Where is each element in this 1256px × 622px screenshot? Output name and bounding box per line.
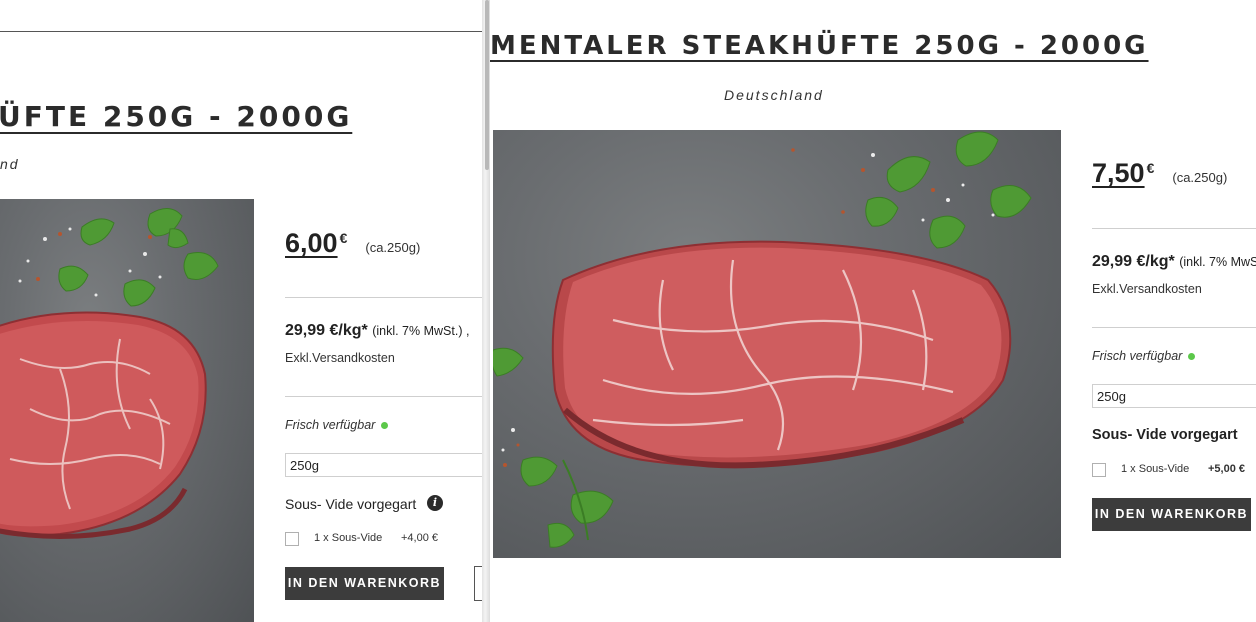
- availability: Frisch verfügbar: [1092, 349, 1196, 363]
- tax-note: (inkl. 7% MwS: [1179, 255, 1256, 269]
- option-price: +5,00 €: [1208, 463, 1246, 475]
- weight-note: (ca.250g): [365, 240, 421, 255]
- availability-text: Frisch verfügbar: [285, 418, 376, 432]
- shipping-note[interactable]: Exkl.Versandkosten: [285, 351, 395, 365]
- left-pane: ÜFTE 250G - 2000G nd 6,00 €(ca.250g) 29,…: [0, 0, 482, 622]
- availability-text: Frisch verfügbar: [1092, 349, 1183, 363]
- sous-vide-checkbox[interactable]: [1092, 463, 1106, 477]
- shipping-note[interactable]: Exkl.Versandkosten: [1092, 282, 1202, 296]
- sous-vide-label: Sous- Vide vorgegart: [285, 496, 417, 512]
- size-select[interactable]: 250g: [1092, 384, 1256, 408]
- separator: [1092, 327, 1256, 328]
- product-origin: nd: [0, 156, 20, 172]
- size-select[interactable]: 250g: [285, 453, 482, 477]
- price-row: 6,00 € (ca.250g): [285, 228, 420, 259]
- price-row: 7,50 € (ca.250g): [1092, 158, 1227, 189]
- currency-symbol: €: [1146, 160, 1155, 176]
- product-image: [0, 199, 254, 622]
- option-price: +4,00 €: [401, 532, 439, 544]
- separator: [1092, 228, 1256, 229]
- info-icon[interactable]: i: [427, 495, 443, 511]
- unit-price-value: 29,99 €/kg*: [285, 322, 368, 339]
- steak-photo: [0, 208, 219, 539]
- unit-price-value: 29,99 €/kg*: [1092, 253, 1175, 270]
- separator: [285, 297, 482, 298]
- unit-price: 29,99 €/kg* (inkl. 7% MwS: [1092, 253, 1256, 271]
- right-pane: MENTALER STEAKHÜFTE 250G - 2000G Deutsch…: [490, 0, 1256, 622]
- product-title: MENTALER STEAKHÜFTE 250G - 2000G: [490, 31, 1149, 61]
- price: 7,50: [1092, 158, 1145, 188]
- availability: Frisch verfügbar: [285, 418, 389, 432]
- divider-scroll-thumb[interactable]: [485, 0, 489, 170]
- weight-note: (ca.250g): [1172, 170, 1228, 185]
- option-label: 1 x Sous-Vide: [314, 532, 383, 544]
- product-image: [493, 130, 1061, 558]
- top-rule: [0, 31, 482, 32]
- product-title: ÜFTE 250G - 2000G: [0, 100, 353, 133]
- tax-note: (inkl. 7% MwSt.) ,: [372, 324, 470, 338]
- secondary-button-edge[interactable]: [474, 566, 482, 601]
- steak-photo: [493, 131, 1032, 548]
- sous-vide-label: Sous- Vide vorgegart: [1092, 427, 1238, 443]
- option-label: 1 x Sous-Vide: [1121, 463, 1190, 475]
- availability-dot-icon: [381, 422, 389, 430]
- product-origin: Deutschland: [724, 87, 824, 103]
- price: 6,00: [285, 228, 338, 258]
- sous-vide-checkbox[interactable]: [285, 532, 299, 546]
- add-to-cart-button[interactable]: IN DEN WARENKORB: [1092, 498, 1251, 531]
- unit-price: 29,99 €/kg* (inkl. 7% MwSt.) ,: [285, 322, 469, 340]
- add-to-cart-button[interactable]: IN DEN WARENKORB: [285, 567, 444, 600]
- availability-dot-icon: [1188, 353, 1196, 361]
- currency-symbol: €: [339, 230, 348, 246]
- separator: [285, 396, 482, 397]
